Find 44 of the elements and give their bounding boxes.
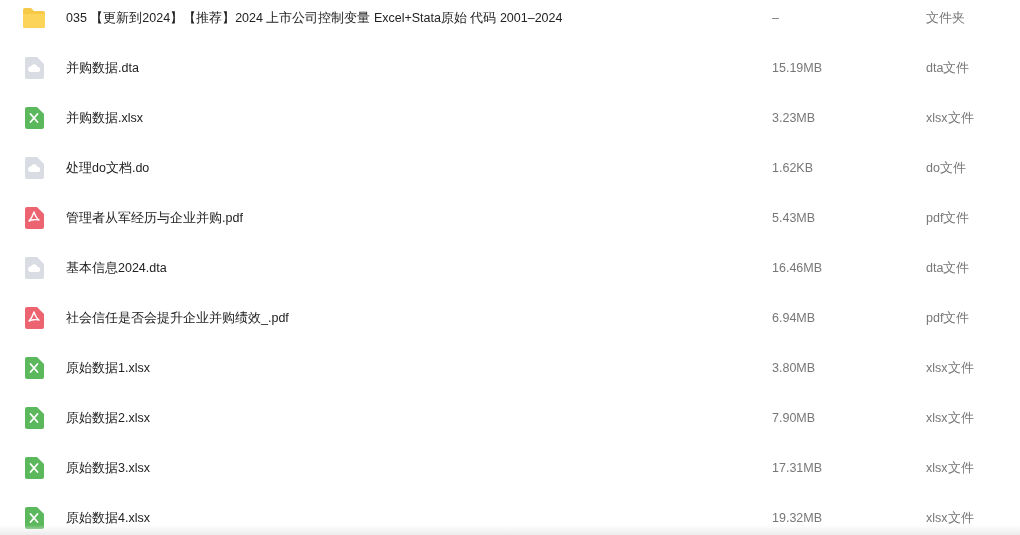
file-size: 17.31MB xyxy=(772,459,824,477)
file-type: xlsx文件 xyxy=(926,509,974,527)
file-type: do文件 xyxy=(926,159,966,177)
spreadsheet-file-icon xyxy=(23,357,44,379)
file-type: pdf文件 xyxy=(926,209,970,227)
file-name[interactable]: 并购数据.dta xyxy=(66,58,772,78)
file-size: 19.32MB xyxy=(772,509,824,527)
file-name[interactable]: 并购数据.xlsx xyxy=(66,108,772,128)
file-type: dta文件 xyxy=(926,59,970,77)
file-size: 5.43MB xyxy=(772,209,817,227)
file-name[interactable]: 原始数据1.xlsx xyxy=(66,358,772,378)
file-size: – xyxy=(772,9,780,27)
spreadsheet-file-icon xyxy=(23,107,44,129)
file-name[interactable]: 原始数据2.xlsx xyxy=(66,408,772,428)
file-size: 1.62KB xyxy=(772,159,814,177)
file-name[interactable]: 原始数据4.xlsx xyxy=(66,508,772,528)
file-type: xlsx文件 xyxy=(926,359,974,377)
folder-icon xyxy=(20,7,47,29)
spreadsheet-file-icon xyxy=(23,407,44,429)
file-size: 3.80MB xyxy=(772,359,817,377)
spreadsheet-file-icon xyxy=(23,457,44,479)
file-type: xlsx文件 xyxy=(926,409,974,427)
file-type: dta文件 xyxy=(926,259,970,277)
file-name[interactable]: 处理do文档.do xyxy=(66,158,772,178)
pdf-file-icon xyxy=(23,207,44,229)
file-type: xlsx文件 xyxy=(926,459,974,477)
file-size: 6.94MB xyxy=(772,309,817,327)
cloud-file-icon xyxy=(23,257,44,279)
file-size: 3.23MB xyxy=(772,109,817,127)
pdf-file-icon xyxy=(23,307,44,329)
file-type: pdf文件 xyxy=(926,309,970,327)
file-size: 16.46MB xyxy=(772,259,824,277)
file-name[interactable]: 原始数据3.xlsx xyxy=(66,458,772,478)
file-type: xlsx文件 xyxy=(926,109,974,127)
file-name[interactable]: 基本信息2024.dta xyxy=(66,258,772,278)
file-name[interactable]: 管理者从军经历与企业并购.pdf xyxy=(66,208,772,228)
spreadsheet-file-icon xyxy=(23,507,44,529)
cloud-file-icon xyxy=(23,157,44,179)
file-type: 文件夹 xyxy=(926,9,965,27)
file-name[interactable]: 035 【更新到2024】【推荐】2024 上市公司控制变量 Excel+Stata原始 代码 2001–2024 xyxy=(66,8,772,28)
file-name[interactable]: 社会信任是否会提升企业并购绩效_.pdf xyxy=(66,308,772,328)
file-size: 7.90MB xyxy=(772,409,817,427)
cloud-file-icon xyxy=(23,57,44,79)
file-size: 15.19MB xyxy=(772,59,824,77)
